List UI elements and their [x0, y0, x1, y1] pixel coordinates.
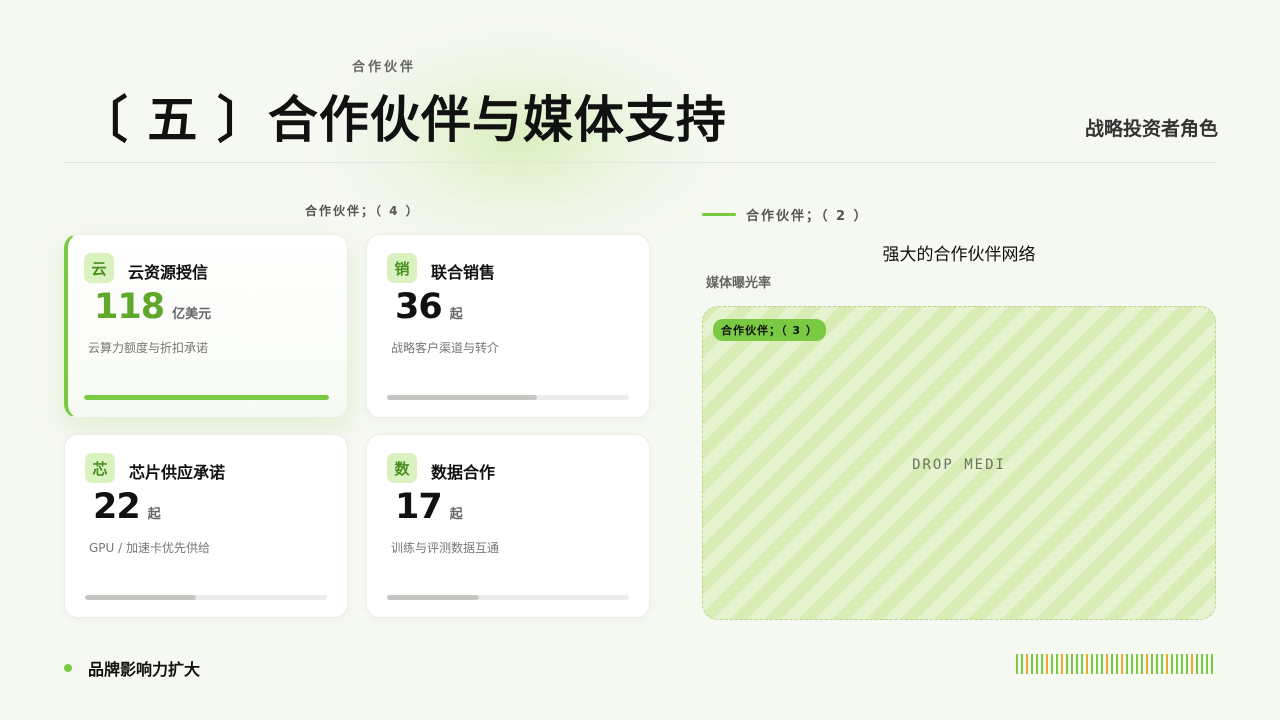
card-value: 22 [93, 487, 141, 527]
barcode-stripe [1086, 654, 1088, 674]
sales-icon: 销 [387, 253, 417, 283]
barcode-stripe [1076, 654, 1078, 674]
footer-bullet: 品牌影响力扩大 [64, 656, 200, 680]
card-unit: 亿美元 [172, 307, 212, 322]
barcode-stripe [1066, 654, 1068, 674]
barcode-stripe [1206, 654, 1208, 674]
data-icon: 数 [387, 453, 417, 483]
card-description: 战略客户渠道与转介 [391, 341, 500, 355]
barcode-stripe [1126, 654, 1128, 674]
card-description: 训练与评测数据互通 [391, 541, 500, 555]
barcode-stripe [1156, 654, 1158, 674]
metric-card[interactable]: 芯 芯片供应承诺 22 起 GPU / 加速卡优先供给 [64, 434, 348, 618]
card-unit: 起 [147, 507, 161, 522]
card-description: 云算力额度与折扣承诺 [88, 341, 209, 355]
barcode-stripe [1121, 654, 1123, 674]
metric-card[interactable]: 云 云资源授信 118 亿美元 云算力额度与折扣承诺 [64, 234, 348, 418]
card-progress-fill [387, 595, 479, 600]
barcode-stripe [1091, 654, 1093, 674]
card-value: 17 [395, 487, 443, 527]
barcode-stripe [1021, 654, 1023, 674]
page-title: 〔 五 〕合作伙伴与媒体支持 [78, 91, 727, 149]
barcode-stripe [1191, 654, 1193, 674]
barcode-stripe [1036, 654, 1038, 674]
barcode-stripe [1151, 654, 1153, 674]
card-title: 数据合作 [431, 463, 496, 482]
footer-bullet-text: 品牌影响力扩大 [88, 660, 201, 679]
card-value: 36 [395, 287, 443, 327]
cloud-icon: 云 [84, 253, 114, 283]
barcode-stripe [1056, 654, 1058, 674]
media-exposure-label: 媒体曝光率 [706, 276, 772, 291]
right-section-header: 合作伙伴；（ 2 ） [702, 205, 869, 224]
right-section-label: 合作伙伴；（ 2 ） [746, 209, 869, 224]
barcode-stripe [1201, 654, 1203, 674]
card-title: 芯片供应承诺 [129, 463, 226, 482]
barcode-stripe [1061, 654, 1063, 674]
barcode-stripe [1171, 654, 1173, 674]
barcode-stripe [1016, 654, 1018, 674]
barcode-stripe [1111, 654, 1113, 674]
barcode-stripe [1046, 654, 1048, 674]
barcode-stripe [1161, 654, 1163, 674]
left-section-label: 合作伙伴；（ 4 ） [305, 204, 420, 218]
media-drop-zone[interactable]: 合作伙伴；（ 3 ） DROP MEDI [702, 306, 1216, 620]
barcode-stripe [1176, 654, 1178, 674]
right-subtitle: 战略投资者角色 [1084, 118, 1218, 140]
drop-zone-tag: 合作伙伴；（ 3 ） [713, 319, 826, 341]
barcode-stripe [1096, 654, 1098, 674]
eyebrow-label: 合作伙伴 [352, 60, 417, 75]
network-title: 强大的合作伙伴网络 [882, 245, 1036, 265]
card-progress-track [84, 395, 329, 400]
card-unit: 起 [449, 507, 463, 522]
bullet-dot-icon [64, 664, 72, 672]
drop-zone-text: DROP MEDI [912, 457, 1006, 473]
barcode-stripe [1131, 654, 1133, 674]
card-metric: 118 亿美元 [94, 287, 211, 327]
barcode-stripe [1041, 654, 1043, 674]
metric-card[interactable]: 数 数据合作 17 起 训练与评测数据互通 [366, 434, 650, 618]
barcode-stripe [1116, 654, 1118, 674]
section-accent-bar [702, 213, 736, 216]
barcode-stripe [1181, 654, 1183, 674]
card-progress-fill [387, 395, 538, 400]
barcode-stripe [1071, 654, 1073, 674]
barcode-stripe [1196, 654, 1198, 674]
barcode-stripe [1026, 654, 1028, 674]
header-divider [64, 162, 1216, 163]
card-progress-track [387, 595, 629, 600]
card-unit: 起 [449, 307, 463, 322]
card-title: 联合销售 [431, 263, 496, 282]
card-progress-fill [84, 395, 329, 400]
barcode-stripe [1186, 654, 1188, 674]
metric-card[interactable]: 销 联合销售 36 起 战略客户渠道与转介 [366, 234, 650, 418]
barcode-stripe [1106, 654, 1108, 674]
barcode-decoration [1016, 654, 1213, 674]
card-progress-track [387, 395, 629, 400]
card-progress-track [85, 595, 327, 600]
card-metric: 17 起 [395, 487, 463, 527]
card-value: 118 [94, 287, 165, 327]
barcode-stripe [1166, 654, 1168, 674]
card-description: GPU / 加速卡优先供给 [89, 541, 210, 555]
barcode-stripe [1136, 654, 1138, 674]
card-metric: 22 起 [93, 487, 161, 527]
barcode-stripe [1031, 654, 1033, 674]
card-metric: 36 起 [395, 287, 463, 327]
card-progress-fill [85, 595, 197, 600]
card-title: 云资源授信 [128, 263, 209, 282]
barcode-stripe [1141, 654, 1143, 674]
barcode-stripe [1051, 654, 1053, 674]
barcode-stripe [1101, 654, 1103, 674]
barcode-stripe [1211, 654, 1213, 674]
chip-icon: 芯 [85, 453, 115, 483]
barcode-stripe [1146, 654, 1148, 674]
barcode-stripe [1081, 654, 1083, 674]
